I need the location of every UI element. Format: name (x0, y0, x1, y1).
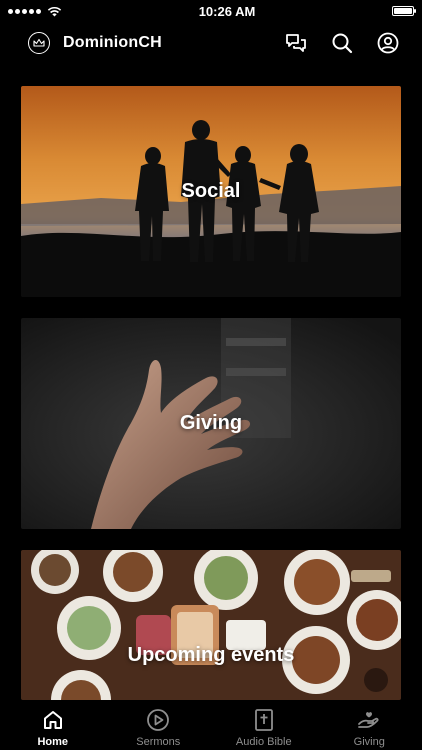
giving-card[interactable]: Giving (21, 318, 401, 529)
tab-sermons[interactable]: Sermons (106, 700, 212, 750)
tab-home[interactable]: Home (0, 700, 106, 750)
tab-audio-bible-label: Audio Bible (235, 736, 292, 748)
social-card[interactable]: Social (21, 86, 401, 297)
tab-sermons-label: Sermons (136, 736, 181, 748)
search-icon[interactable] (330, 31, 354, 55)
signal-strength-icon (8, 8, 41, 14)
header-actions (284, 31, 400, 55)
profile-icon[interactable] (376, 31, 400, 55)
tab-giving-label: Giving (353, 736, 385, 748)
tab-audio-bible[interactable]: Audio Bible (211, 700, 317, 750)
social-card-label: Social (181, 180, 241, 202)
status-bar: 10:26 AM (0, 0, 422, 22)
upcoming-events-card-label: Upcoming events (127, 644, 295, 666)
battery-fill (393, 8, 412, 14)
giving-card-label: Giving (179, 412, 243, 434)
status-left (8, 6, 62, 17)
chat-icon[interactable] (284, 31, 308, 55)
home-icon (42, 707, 64, 733)
tab-giving[interactable]: Giving (317, 700, 422, 750)
play-circle-icon (146, 707, 170, 733)
wifi-icon (47, 6, 62, 16)
upcoming-events-card-image (21, 550, 401, 700)
status-time: 10:26 AM (198, 3, 256, 19)
tab-bar: Home Sermons Audio Bible Giving (0, 700, 422, 750)
battery-icon (391, 6, 416, 16)
giving-hand-icon (357, 707, 381, 733)
upcoming-events-card[interactable]: Upcoming events (21, 550, 401, 700)
app-header: DominionCH (0, 26, 422, 60)
tab-home-label: Home (37, 736, 69, 748)
crown-logo-icon[interactable] (28, 32, 50, 54)
bible-icon (254, 707, 274, 733)
app-title: DominionCH (63, 34, 162, 51)
